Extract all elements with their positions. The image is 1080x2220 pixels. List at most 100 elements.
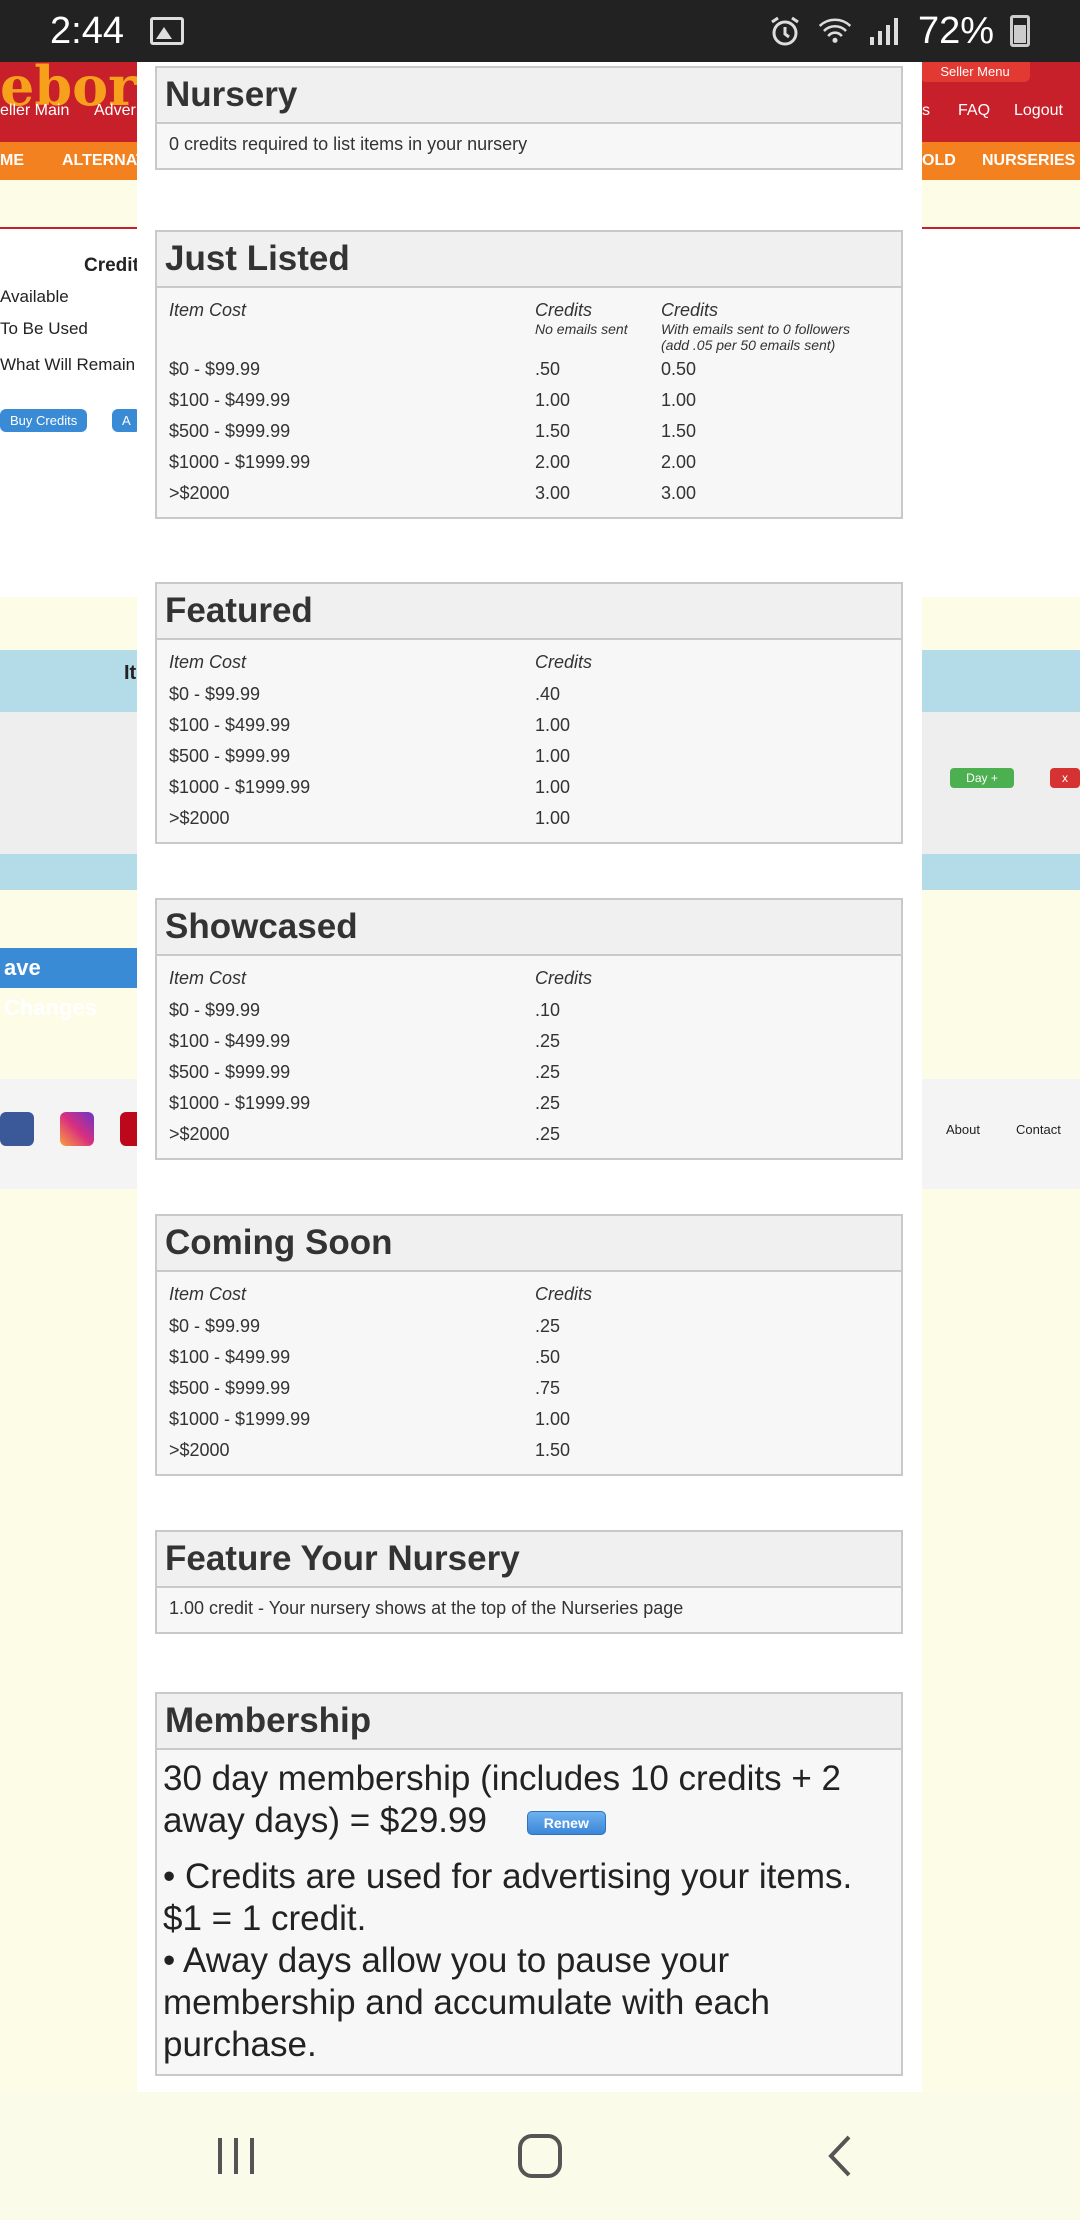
credits-cell: 2.00 (535, 452, 571, 472)
remove-button[interactable]: x (1050, 768, 1080, 788)
back-button[interactable] (800, 2092, 880, 2220)
table-row: $0 - $99.99 .40 (169, 679, 889, 710)
table-row: $0 - $99.99 .10 (169, 995, 889, 1026)
credits-heading: Credit (84, 255, 139, 276)
table-row: $100 - $499.99 1.00 1.00 (169, 385, 889, 416)
save-changes-button[interactable]: ave Changes (0, 948, 138, 1020)
credits-info-modal: Nursery 0 credits required to list items… (137, 62, 922, 2092)
credits-cell: .25 (535, 1316, 561, 1336)
cost-cell: $0 - $99.99 (169, 359, 261, 379)
table-row: $100 - $499.99 1.00 (169, 710, 889, 741)
instagram-icon[interactable] (60, 1112, 94, 1146)
back-icon (828, 2135, 851, 2177)
credits-cell: .25 (535, 1124, 561, 1144)
cost-cell: $0 - $99.99 (169, 1316, 261, 1336)
credits-to-be-used: To Be Used (0, 319, 88, 338)
nav-advertise[interactable]: Adver (94, 102, 136, 120)
day-plus-button[interactable]: Day + (950, 768, 1014, 788)
cat-nurseries[interactable]: NURSERIES (982, 152, 1075, 170)
credits-email-cell: 2.00 (661, 452, 697, 472)
credits-cell: .50 (535, 1347, 561, 1367)
recent-apps-button[interactable] (196, 2092, 276, 2220)
table-row: $100 - $499.99 .50 (169, 1342, 889, 1373)
credits-cell: .50 (535, 359, 561, 379)
credits-cell: 1.00 (535, 808, 571, 828)
credits-available: Available (0, 287, 69, 306)
cost-cell: $500 - $999.99 (169, 1062, 291, 1082)
facebook-icon[interactable] (0, 1112, 34, 1146)
cost-cell: $0 - $99.99 (169, 1000, 261, 1020)
col-item-cost: Item Cost (169, 968, 247, 988)
table-row: $500 - $999.99 .25 (169, 1057, 889, 1088)
feature-nursery-section: Feature Your Nursery 1.00 credit - Your … (155, 1530, 903, 1634)
nav-faq[interactable]: FAQ (958, 102, 990, 120)
showcased-section: Showcased Item Cost Credits $0 - $99.99 .1… (155, 898, 903, 1160)
table-row: $1000 - $1999.99 2.00 2.00 (169, 447, 889, 478)
table-row: >$2000 1.50 (169, 1435, 889, 1466)
table-row: >$2000 1.00 (169, 803, 889, 834)
right-panel (920, 227, 1080, 597)
table-row: >$2000 3.00 3.00 (169, 478, 889, 509)
status-bar: 2:44 72% (0, 0, 1080, 62)
col-credits-label: Credits (535, 300, 593, 320)
showcased-table: Item Cost Credits $0 - $99.99 .10 $100 - $… (169, 964, 889, 1150)
just-listed-section: Just Listed Item Cost Credits No emails … (155, 230, 903, 519)
nav-seller-main[interactable]: eller Main (0, 102, 69, 120)
cat-home[interactable]: ME (0, 152, 24, 170)
cat-sold[interactable]: OLD (922, 152, 956, 170)
cost-cell: $100 - $499.99 (169, 390, 291, 410)
nursery-section: Nursery 0 credits required to list items… (155, 66, 903, 170)
col-credits: Credits (535, 968, 593, 988)
credits-cell: 1.00 (535, 777, 571, 797)
nav-partial[interactable]: s (922, 102, 930, 120)
table-header-row: Item Cost Credits (169, 1280, 889, 1311)
renew-button[interactable]: Renew (526, 1810, 606, 1835)
featured-body: Item Cost Credits $0 - $99.99 .40 $100 - $… (157, 640, 901, 842)
col-credits-sub: No emails sent (535, 321, 628, 337)
col-credits-emails: Credits With emails sent to 0 followers … (661, 296, 889, 354)
col-credits2-sub2: (add .05 per 50 emails sent) (661, 337, 836, 353)
cat-alternative[interactable]: ALTERNAT (62, 152, 146, 170)
table-header-row: Item Cost Credits (169, 964, 889, 995)
credits-cell: .25 (535, 1062, 561, 1082)
home-button[interactable] (500, 2092, 580, 2220)
seller-menu-button[interactable]: Seller Menu (920, 62, 1030, 82)
table-row: $500 - $999.99 .75 (169, 1373, 889, 1404)
membership-offer: 30 day membership (includes 10 credits +… (163, 1758, 895, 1842)
membership-body: 30 day membership (includes 10 credits +… (157, 1750, 901, 2074)
cost-cell: $1000 - $1999.99 (169, 777, 311, 797)
home-icon (518, 2134, 562, 2178)
table-row: $1000 - $1999.99 1.00 (169, 1404, 889, 1435)
cost-cell: $100 - $499.99 (169, 1347, 291, 1367)
credits-cell: .25 (535, 1093, 561, 1113)
nursery-text: 0 credits required to list items in your… (169, 134, 528, 154)
cost-cell: $0 - $99.99 (169, 684, 261, 704)
cost-cell: $1000 - $1999.99 (169, 452, 311, 472)
feature-nursery-title: Feature Your Nursery (157, 1532, 901, 1588)
buy-credits-button[interactable]: Buy Credits (0, 409, 88, 432)
system-nav-bar (0, 2092, 1080, 2220)
credits-cell: .40 (535, 684, 561, 704)
credits-summary: Credit Available To Be Used What Will Re… (0, 227, 141, 597)
credits-cell: .25 (535, 1031, 561, 1051)
credits-email-cell: 1.00 (661, 390, 697, 410)
col-credits: Credits No emails sent (535, 296, 661, 354)
credits-cell: 3.00 (535, 483, 571, 503)
featured-section: Featured Item Cost Credits $0 - $99.99 .40… (155, 582, 903, 844)
cost-cell: $500 - $999.99 (169, 746, 291, 766)
credits-email-cell: 0.50 (661, 359, 697, 379)
footer-about[interactable]: About (946, 1122, 980, 1137)
footer-contact[interactable]: Contact (1016, 1122, 1061, 1137)
cost-cell: $100 - $499.99 (169, 1031, 291, 1051)
table-header-row: Item Cost Credits (169, 648, 889, 679)
recent-apps-icon (218, 2138, 254, 2174)
credits-email-cell: 1.50 (661, 421, 697, 441)
cost-cell: >$2000 (169, 1440, 230, 1460)
col-item-cost: Item Cost (169, 652, 247, 672)
nav-logout[interactable]: Logout (1014, 102, 1063, 120)
credits-email-cell: 3.00 (661, 483, 697, 503)
credits-cell: 1.00 (535, 1409, 571, 1429)
table-row: $0 - $99.99 .25 (169, 1311, 889, 1342)
cost-cell: $500 - $999.99 (169, 421, 291, 441)
table-row: $1000 - $1999.99 .25 (169, 1088, 889, 1119)
